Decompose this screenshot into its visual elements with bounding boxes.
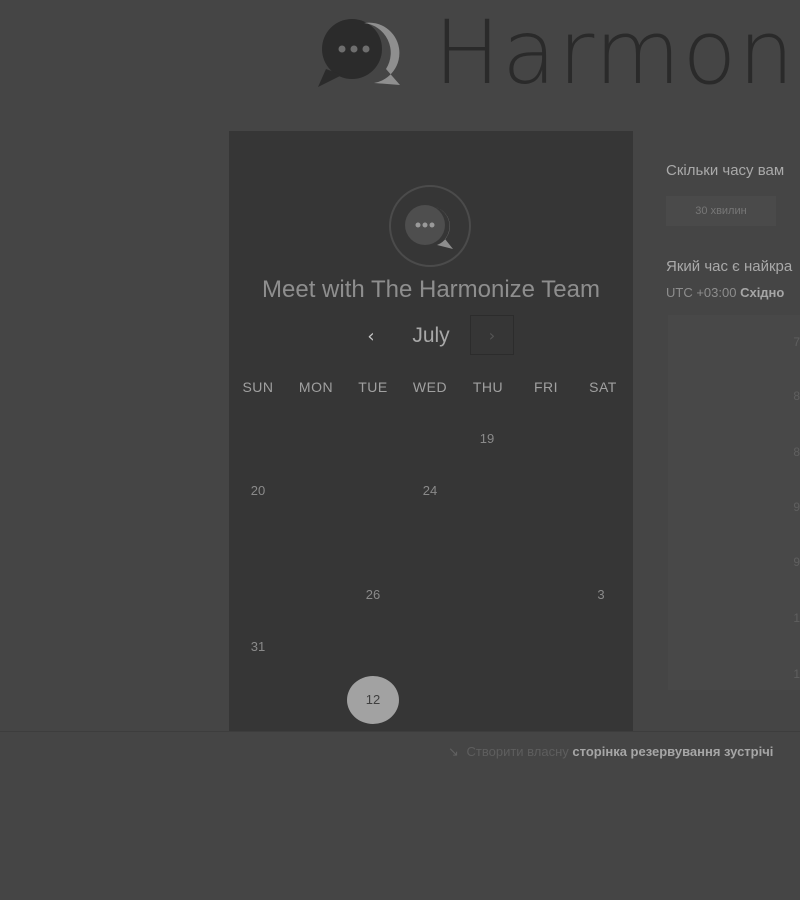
weekday-header: SUN MON TUE WED THU FRI SAT [229, 379, 633, 399]
timezone-name: Східно [740, 285, 785, 300]
month-navigation: ‹ July › [229, 315, 633, 357]
day-24[interactable]: 24 [410, 481, 450, 501]
chat-bubble-icon [405, 205, 453, 249]
time-question: Який час є найкра [666, 258, 793, 275]
chat-bubble-logo-icon [318, 19, 400, 87]
timezone-offset: UTC +03:00 [666, 285, 737, 300]
duration-question: Скільки часу вам [666, 162, 785, 179]
prev-month-button[interactable]: ‹ [357, 315, 385, 357]
footer-prefix: Створити власну [466, 744, 569, 759]
day-3[interactable]: 3 [581, 585, 621, 605]
header-logo[interactable]: Harmon [312, 8, 796, 98]
time-slot-list: 7 8 8 9 9 1 1 [668, 315, 800, 690]
time-slot[interactable]: 1 [790, 667, 800, 683]
time-slot[interactable]: 7 [790, 335, 800, 351]
timezone-label[interactable]: UTC +03:00 Східно [666, 285, 784, 300]
booking-panel: Скільки часу вам 30 хвилин Який час є на… [666, 150, 800, 710]
next-month-button[interactable]: › [470, 315, 514, 355]
booking-page: Harmon Meet with The Harmonize Team ‹ Ju… [0, 0, 800, 900]
time-slot[interactable]: 8 [790, 389, 800, 405]
weekday-tue: TUE [358, 379, 388, 395]
footer-divider [0, 731, 800, 732]
meeting-title: Meet with The Harmonize Team [262, 276, 600, 303]
selected-day[interactable]: 12 [347, 676, 399, 724]
arrow-icon: ↘ [448, 744, 459, 759]
day-19[interactable]: 19 [467, 429, 507, 449]
month-label: July [412, 324, 450, 347]
weekday-mon: MON [298, 379, 334, 395]
brand-name: Harmon [434, 1, 797, 104]
day-20[interactable]: 20 [238, 481, 278, 501]
calendar-card: Meet with The Harmonize Team ‹ July › SU… [229, 131, 633, 731]
weekday-thu: THU [472, 379, 504, 395]
footer: ↘ Створити власну сторінка резервування … [448, 744, 773, 760]
duration-option-30[interactable]: 30 хвилин [666, 196, 776, 226]
time-slot[interactable]: 1 [790, 611, 800, 627]
time-slot[interactable]: 8 [790, 445, 800, 461]
time-slot[interactable]: 9 [790, 500, 800, 516]
day-31[interactable]: 31 [238, 637, 278, 657]
create-booking-page-link[interactable]: сторінка резервування зустрічі [572, 744, 773, 759]
weekday-wed: WED [412, 379, 448, 395]
day-26[interactable]: 26 [353, 585, 393, 605]
weekday-fri: FRI [533, 379, 559, 395]
weekday-sat: SAT [589, 379, 617, 395]
weekday-sun: SUN [242, 379, 274, 395]
time-slot[interactable]: 9 [790, 555, 800, 571]
team-avatar [389, 185, 471, 267]
